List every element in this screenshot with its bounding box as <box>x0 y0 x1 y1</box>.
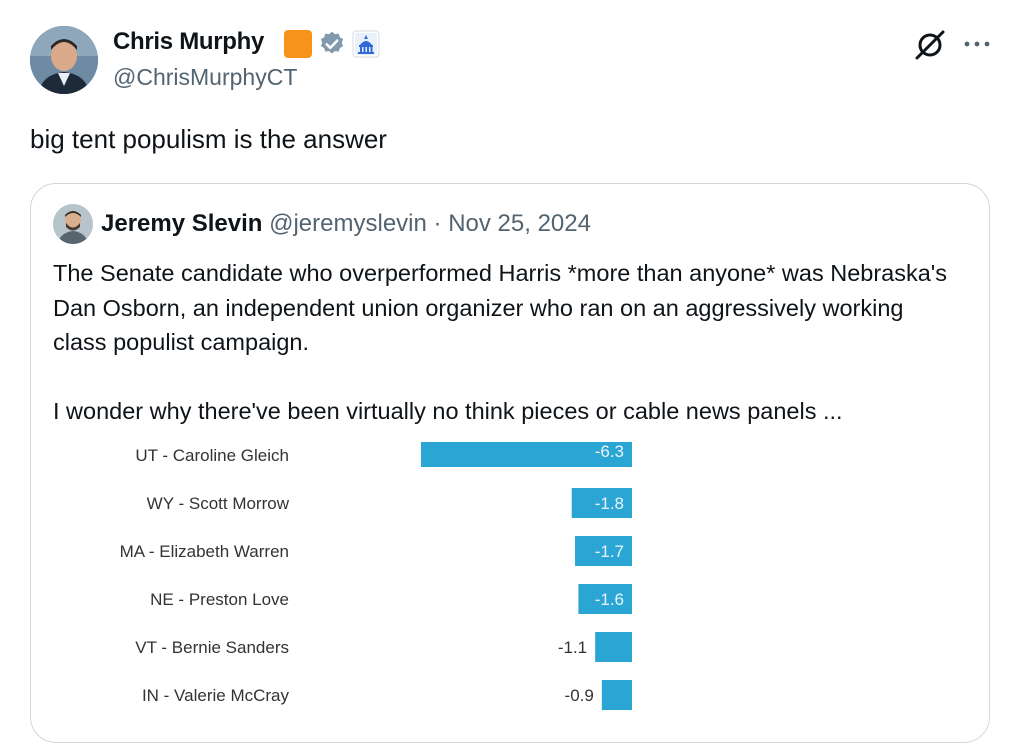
quoted-tweet-card[interactable]: Jeremy Slevin @jeremyslevin · Nov 25, 20… <box>30 183 990 743</box>
quoted-avatar-image <box>53 204 93 244</box>
quoted-paragraph-2: I wonder why there've been virtually no … <box>53 398 843 424</box>
chart-value-label: -6.3 <box>595 442 624 461</box>
verified-badge-icon[interactable] <box>318 30 346 58</box>
chart-category-label: VT - Bernie Sanders <box>135 638 289 657</box>
quoted-author-avatar[interactable] <box>53 204 93 244</box>
avatar[interactable] <box>30 26 98 94</box>
quoted-paragraph-1: The Senate candidate who overperformed H… <box>53 260 948 355</box>
chart-category-label: WY - Scott Morrow <box>147 494 290 513</box>
avatar-image <box>30 26 98 94</box>
badge-group <box>284 30 380 58</box>
chart-bar <box>601 680 632 710</box>
quoted-tweet-header: Jeremy Slevin @jeremyslevin · Nov 25, 20… <box>101 210 591 238</box>
chart-value-label: -1.7 <box>595 542 624 561</box>
chart-category-label: NE - Preston Love <box>150 590 289 609</box>
meta-separator: · <box>433 210 442 237</box>
affiliate-badge-icon[interactable] <box>284 30 312 58</box>
tweet-text: big tent populism is the answer <box>30 124 387 154</box>
quoted-tweet-date[interactable]: Nov 25, 2024 <box>448 210 591 237</box>
quoted-author-name[interactable]: Jeremy Slevin <box>101 210 262 237</box>
chart-category-label: IN - Valerie McCray <box>142 686 290 705</box>
more-options-icon[interactable] <box>962 34 992 54</box>
chart-bar <box>595 632 632 662</box>
us-senate-icon[interactable] <box>352 30 380 58</box>
chart-value-label: -1.8 <box>595 494 624 513</box>
attached-chart-image[interactable]: UT - Caroline Gleich -6.3 WY - Scott Morro… <box>31 442 989 742</box>
quoted-author-handle[interactable]: @jeremyslevin <box>269 210 427 237</box>
chart-value-label: -0.9 <box>565 686 594 705</box>
chart-value-label: -1.6 <box>595 590 624 609</box>
chart-value-label: -1.1 <box>558 638 587 657</box>
quoted-tweet-text: The Senate candidate who overperformed H… <box>53 256 963 429</box>
bar-chart: UT - Caroline Gleich -6.3 WY - Scott Morro… <box>120 442 632 710</box>
chart-category-label: MA - Elizabeth Warren <box>120 542 289 561</box>
author-name[interactable]: Chris Murphy <box>113 28 264 56</box>
grok-icon[interactable] <box>913 28 947 62</box>
author-handle[interactable]: @ChrisMurphyCT <box>113 64 297 91</box>
chart-category-label: UT - Caroline Gleich <box>135 446 289 465</box>
